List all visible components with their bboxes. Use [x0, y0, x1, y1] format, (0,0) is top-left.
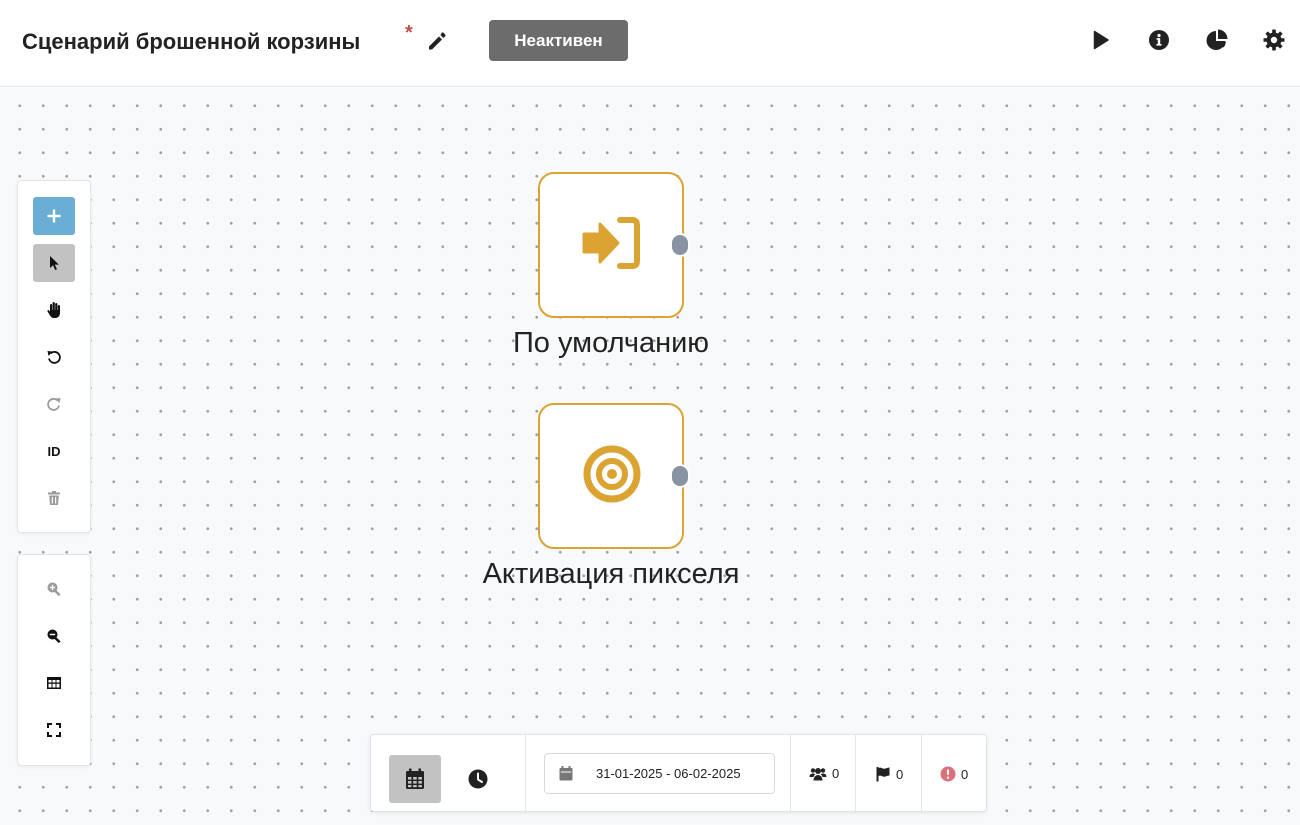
- edit-title-button[interactable]: [425, 29, 451, 55]
- gear-icon: [1263, 29, 1285, 51]
- play-icon: [1093, 30, 1109, 50]
- node-pixel-activation[interactable]: [538, 403, 690, 549]
- undo-icon: [47, 351, 61, 364]
- date-range-picker[interactable]: 31-01-2025 - 06-02-2025: [544, 753, 775, 794]
- node-output-port[interactable]: [670, 233, 690, 257]
- zoom-in-button[interactable]: [33, 570, 75, 608]
- info-icon: [1149, 30, 1169, 50]
- pan-tool-button[interactable]: [33, 291, 75, 329]
- errors-count: 0: [961, 766, 969, 782]
- fullscreen-icon: [47, 723, 61, 737]
- id-label: ID: [47, 443, 61, 459]
- users-stat: 0: [809, 766, 839, 781]
- divider: [790, 735, 791, 813]
- goals-count: 0: [896, 766, 904, 782]
- trash-icon: [48, 491, 60, 505]
- users-icon: [809, 767, 827, 780]
- clock-icon: [468, 769, 488, 789]
- sign-in-icon: [582, 217, 640, 269]
- select-tool-button[interactable]: [33, 244, 75, 282]
- target-icon: [583, 445, 641, 503]
- zoom-out-button[interactable]: [33, 617, 75, 655]
- date-range-value: 31-01-2025 - 06-02-2025: [596, 766, 741, 781]
- divider: [921, 735, 922, 813]
- statistics-button[interactable]: [1205, 28, 1231, 54]
- calendar-icon: [559, 766, 573, 781]
- status-badge[interactable]: Неактивен: [489, 20, 628, 61]
- pie-chart-icon: [1206, 29, 1228, 50]
- info-button[interactable]: [1147, 28, 1173, 54]
- calendar-icon: [406, 768, 424, 789]
- add-node-button[interactable]: [33, 197, 75, 235]
- tools-panel: ID: [17, 180, 91, 533]
- grid-toggle-button[interactable]: [33, 664, 75, 702]
- errors-stat: 0: [940, 766, 968, 782]
- cursor-icon: [50, 256, 59, 270]
- users-count: 0: [832, 766, 840, 781]
- run-button[interactable]: [1089, 28, 1115, 54]
- grid-icon: [47, 677, 61, 689]
- node-label: По умолчанию: [512, 327, 710, 359]
- zoom-in-icon: [47, 582, 61, 597]
- delete-button[interactable]: [33, 479, 75, 517]
- bottom-toolbar: 31-01-2025 - 06-02-2025 0 0 0: [370, 734, 987, 813]
- header: Сценарий брошенной корзины * Неактивен: [0, 0, 1300, 87]
- plus-icon: [47, 209, 61, 223]
- node-default-entry[interactable]: [538, 172, 690, 318]
- divider: [525, 735, 526, 813]
- node-label: Активация пикселя: [482, 558, 740, 590]
- divider: [855, 735, 856, 813]
- zoom-out-icon: [47, 629, 61, 644]
- redo-icon: [47, 398, 61, 411]
- redo-button[interactable]: [33, 385, 75, 423]
- flag-icon: [876, 767, 890, 782]
- alert-circle-icon: [940, 766, 956, 782]
- zoom-panel: [17, 554, 91, 766]
- unsaved-marker: *: [405, 22, 413, 44]
- goals-stat: 0: [875, 766, 903, 782]
- fullscreen-button[interactable]: [33, 711, 75, 749]
- calendar-mode-button[interactable]: [389, 755, 441, 803]
- scenario-title: Сценарий брошенной корзины: [22, 29, 361, 54]
- settings-button[interactable]: [1262, 28, 1288, 54]
- node-output-port[interactable]: [670, 464, 690, 488]
- pencil-icon: [429, 32, 446, 50]
- hand-icon: [47, 302, 60, 318]
- show-ids-button[interactable]: ID: [33, 432, 75, 470]
- time-mode-button[interactable]: [452, 755, 504, 803]
- undo-button[interactable]: [33, 338, 75, 376]
